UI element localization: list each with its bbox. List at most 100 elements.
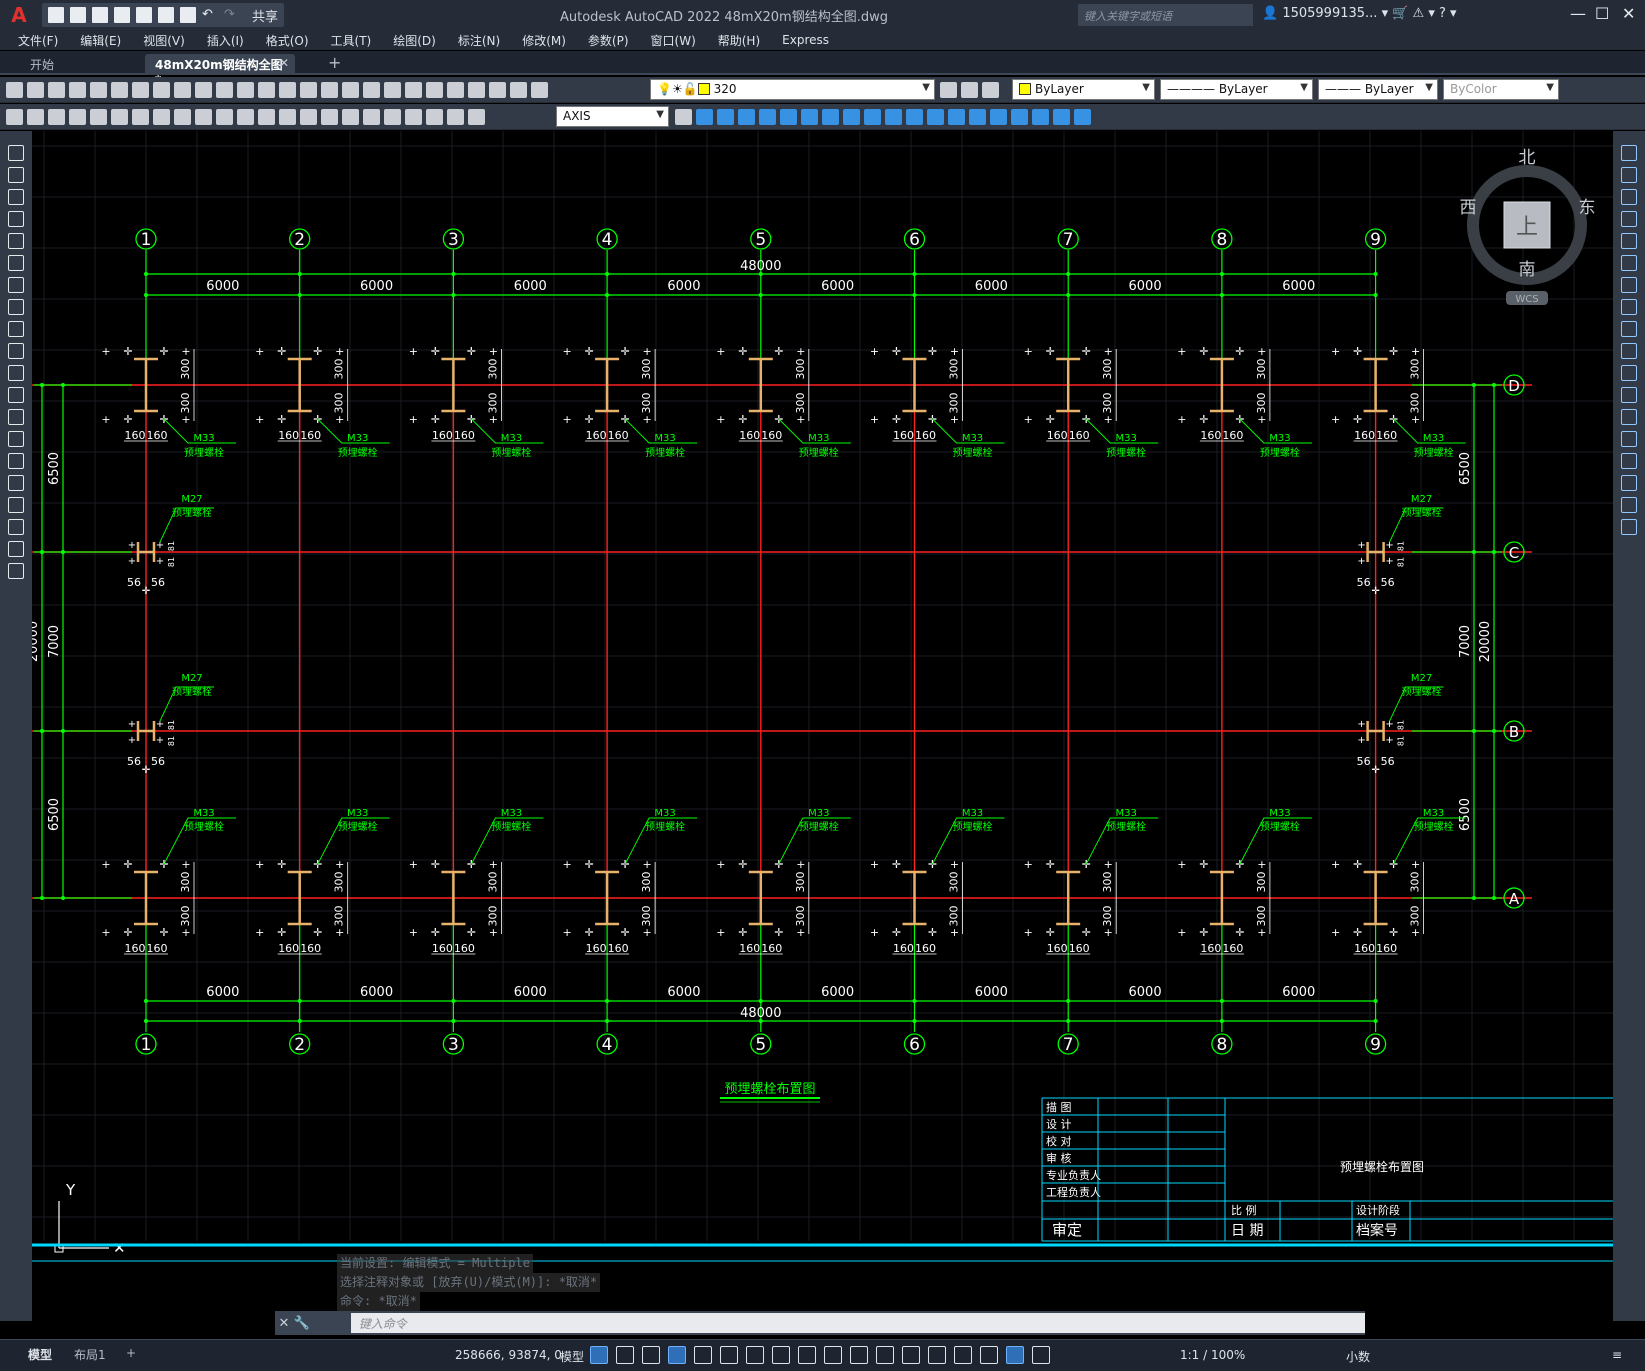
pan-icon[interactable] — [300, 82, 317, 98]
ellipse-icon[interactable] — [8, 343, 24, 359]
continue-dim-icon[interactable] — [279, 109, 296, 125]
selection-filter-icon[interactable] — [954, 1346, 972, 1364]
search-input[interactable]: 键入关键字或短语 — [1078, 4, 1253, 26]
arc-icon[interactable] — [8, 255, 24, 271]
save-as-icon[interactable] — [114, 7, 130, 23]
properties-icon[interactable] — [384, 82, 401, 98]
modify-tool9-icon[interactable] — [864, 109, 881, 125]
share-button[interactable]: 共享 — [252, 6, 278, 25]
linear-dim-icon[interactable] — [69, 109, 86, 125]
layer-previous-icon[interactable] — [961, 82, 978, 98]
menu-draw[interactable]: 绘图(D) — [393, 32, 436, 49]
baseline-dim-icon[interactable] — [258, 109, 275, 125]
user-account[interactable]: 👤 1505999135... ▾ 🛒 ⚠ ▾ ? ▾ — [1262, 6, 1457, 21]
dim-space-icon[interactable] — [300, 109, 317, 125]
modify-tool5-icon[interactable] — [780, 109, 797, 125]
rectangle-icon[interactable] — [8, 233, 24, 249]
modify-tool6-icon[interactable] — [801, 109, 818, 125]
revcloud-icon[interactable] — [8, 299, 24, 315]
dim-text-edit-icon[interactable] — [447, 109, 464, 125]
break-icon[interactable] — [1621, 409, 1637, 425]
add-selected-icon[interactable] — [8, 563, 24, 579]
copy-icon[interactable] — [174, 82, 191, 98]
menu-dimension[interactable]: 标注(N) — [458, 32, 500, 49]
menu-file[interactable]: 文件(F) — [18, 32, 58, 49]
rotate-icon[interactable] — [1621, 277, 1637, 293]
save-icon[interactable] — [92, 7, 108, 23]
modify-tool3-icon[interactable] — [738, 109, 755, 125]
object-snap-tracking-icon[interactable] — [772, 1346, 790, 1364]
viewcube-north-label[interactable]: 北 — [1519, 148, 1536, 168]
plotstyle-dropdown[interactable]: ByColor ▼ — [1443, 79, 1559, 100]
sheet-set-icon[interactable] — [447, 82, 464, 98]
customize-statusbar-icon[interactable]: ≡ — [1612, 1348, 1622, 1362]
modify-tool19-icon[interactable] — [1074, 109, 1091, 125]
redo-icon[interactable] — [279, 82, 296, 98]
publish-icon[interactable] — [111, 82, 128, 98]
gizmo-icon[interactable] — [980, 1346, 998, 1364]
text-icon[interactable] — [8, 541, 24, 557]
modify-tool1-icon[interactable] — [696, 109, 713, 125]
infer-constraints-icon[interactable] — [642, 1346, 660, 1364]
minimize-icon[interactable]: — — [1570, 4, 1586, 23]
make-current-layer-icon[interactable] — [940, 82, 957, 98]
dynamic-ucs-icon[interactable] — [928, 1346, 946, 1364]
transparency-icon[interactable] — [850, 1346, 868, 1364]
plot-preview-icon[interactable] — [90, 82, 107, 98]
join-icon[interactable] — [1621, 431, 1637, 447]
3d-osnap-icon[interactable] — [902, 1346, 920, 1364]
paste-icon[interactable] — [195, 82, 212, 98]
modify-tool18-icon[interactable] — [1053, 109, 1070, 125]
menu-format[interactable]: 格式(O) — [266, 32, 309, 49]
modify-tool13-icon[interactable] — [948, 109, 965, 125]
dim-break-icon[interactable] — [321, 109, 338, 125]
zoom-realtime-icon[interactable] — [321, 82, 338, 98]
quick-dim-icon[interactable] — [237, 109, 254, 125]
dim-edit-icon[interactable] — [426, 109, 443, 125]
tool-palettes-icon[interactable] — [426, 82, 443, 98]
layer-tool-icon[interactable] — [6, 109, 23, 125]
add-layout-icon[interactable]: + — [126, 1346, 136, 1360]
lineweight-dropdown[interactable]: ——— ByLayer ▼ — [1318, 79, 1438, 100]
close-icon[interactable]: ✕ — [1622, 4, 1635, 23]
modify-tool14-icon[interactable] — [969, 109, 986, 125]
isometric-drafting-icon[interactable] — [746, 1346, 764, 1364]
selection-cycling-icon[interactable] — [876, 1346, 894, 1364]
table-icon[interactable] — [8, 519, 24, 535]
viewcube-east-label[interactable]: 东 — [1579, 198, 1596, 218]
tab-start[interactable]: 开始 — [20, 54, 64, 75]
quickcalc-icon[interactable] — [489, 82, 506, 98]
publish-icon[interactable] — [136, 7, 152, 23]
copy-object-icon[interactable] — [1621, 167, 1637, 183]
layer-properties-icon[interactable] — [531, 82, 548, 98]
modify-tool7-icon[interactable] — [822, 109, 839, 125]
drawing-canvas[interactable]: 112233445566778899DCBA6000 6000 6000 6000 60… — [32, 131, 1613, 1339]
undo-icon[interactable]: ↶ — [202, 7, 218, 23]
scale-icon[interactable] — [1621, 299, 1637, 315]
menu-window[interactable]: 窗口(W) — [651, 32, 696, 49]
close-command-icon[interactable]: ✕ — [275, 1316, 293, 1331]
dimstyle-dropdown[interactable]: AXIS ▼ — [556, 106, 669, 127]
units-dropdown[interactable]: 小数 — [1346, 1348, 1370, 1365]
match-properties-icon[interactable] — [216, 82, 233, 98]
array-icon[interactable] — [1621, 233, 1637, 249]
arc-length-icon[interactable] — [111, 109, 128, 125]
new-icon[interactable] — [6, 82, 23, 98]
angular-dim-icon[interactable] — [216, 109, 233, 125]
lineweight-icon[interactable] — [824, 1346, 842, 1364]
dynamic-input-icon[interactable] — [668, 1346, 686, 1364]
erase-icon[interactable] — [1621, 145, 1637, 161]
diameter-dim-icon[interactable] — [195, 109, 212, 125]
menu-help[interactable]: 帮助(H) — [718, 32, 760, 49]
chamfer-icon[interactable] — [1621, 453, 1637, 469]
dim-update-icon[interactable] — [468, 109, 485, 125]
jogged-linear-icon[interactable] — [405, 109, 422, 125]
layer-state-icon[interactable] — [982, 82, 999, 98]
color-dropdown[interactable]: ByLayer ▼ — [1012, 79, 1155, 100]
cut-icon[interactable] — [153, 82, 170, 98]
inspect-icon[interactable] — [384, 109, 401, 125]
polar-tracking-icon[interactable] — [720, 1346, 738, 1364]
3d-print-icon[interactable] — [132, 82, 149, 98]
block-editor-icon[interactable] — [237, 82, 254, 98]
construction-line-icon[interactable] — [8, 167, 24, 183]
